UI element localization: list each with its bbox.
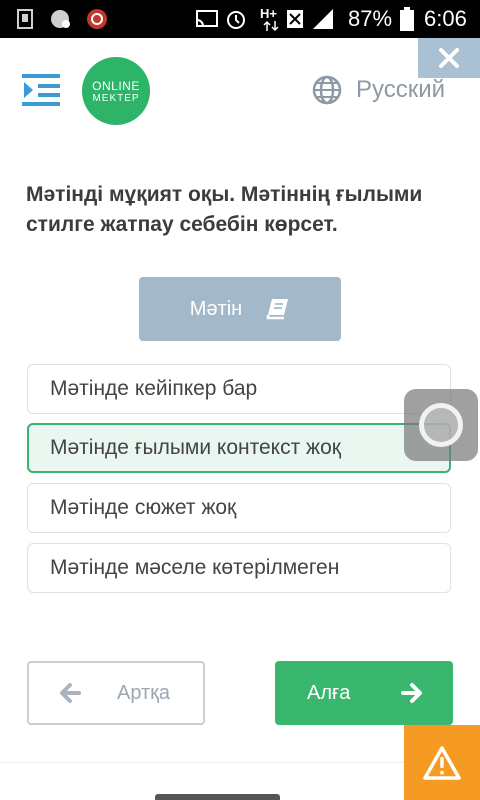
book-icon (266, 299, 289, 320)
answer-option-1[interactable]: Мәтінде кейіпкер бар (27, 364, 451, 414)
language-label: Русский (356, 76, 446, 103)
close-button[interactable] (418, 38, 480, 78)
online-mektep-logo[interactable]: ONLINE MEKTEP (82, 57, 150, 125)
menu-collapse-icon[interactable] (22, 72, 62, 108)
logo-line2: MEKTEP (92, 93, 140, 104)
logo-line1: ONLINE (92, 79, 140, 93)
next-button-label: Алға (307, 681, 351, 704)
assistive-touch-ring-icon (419, 403, 463, 447)
close-icon (439, 48, 459, 68)
battery-percent: 87% (348, 6, 393, 31)
no-sim-icon (287, 10, 303, 28)
next-button[interactable]: Алға (275, 661, 453, 725)
battery-icon (400, 7, 414, 31)
answer-option-4[interactable]: Мәтінде мәселе көтерілмеген (27, 543, 451, 593)
report-problem-button[interactable] (404, 725, 480, 800)
home-indicator (155, 794, 280, 800)
back-button-label: Артқа (117, 681, 171, 704)
data-arrows-icon (263, 20, 279, 32)
alarm-icon (227, 11, 245, 29)
back-button[interactable]: Артқа (27, 661, 205, 725)
show-text-button[interactable]: Мәтін (139, 277, 341, 341)
arrow-left-icon (60, 683, 81, 703)
show-text-label: Мәтін (189, 297, 243, 320)
assistive-touch-button[interactable] (404, 389, 478, 461)
notification-icon (51, 10, 70, 28)
android-download-icon (17, 9, 33, 29)
question-text: Мәтінді мұқият оқы. Мәтіннің ғылыми стил… (26, 183, 423, 236)
arrow-right-icon (401, 683, 422, 703)
language-selector[interactable]: Русский (312, 74, 445, 106)
cast-icon (196, 10, 218, 27)
app-notification-icon (87, 9, 107, 29)
clock: 6:06 (424, 6, 467, 31)
status-bar: H+ 87% 6:06 (0, 0, 480, 38)
signal-icon (313, 9, 333, 29)
network-type: H+ (260, 6, 277, 21)
answer-option-3[interactable]: Мәтінде сюжет жоқ (27, 483, 451, 533)
globe-icon (312, 75, 342, 105)
warning-icon (423, 745, 461, 780)
divider (0, 762, 404, 763)
answer-option-2-selected[interactable]: Мәтінде ғылыми контекст жоқ (27, 423, 451, 473)
